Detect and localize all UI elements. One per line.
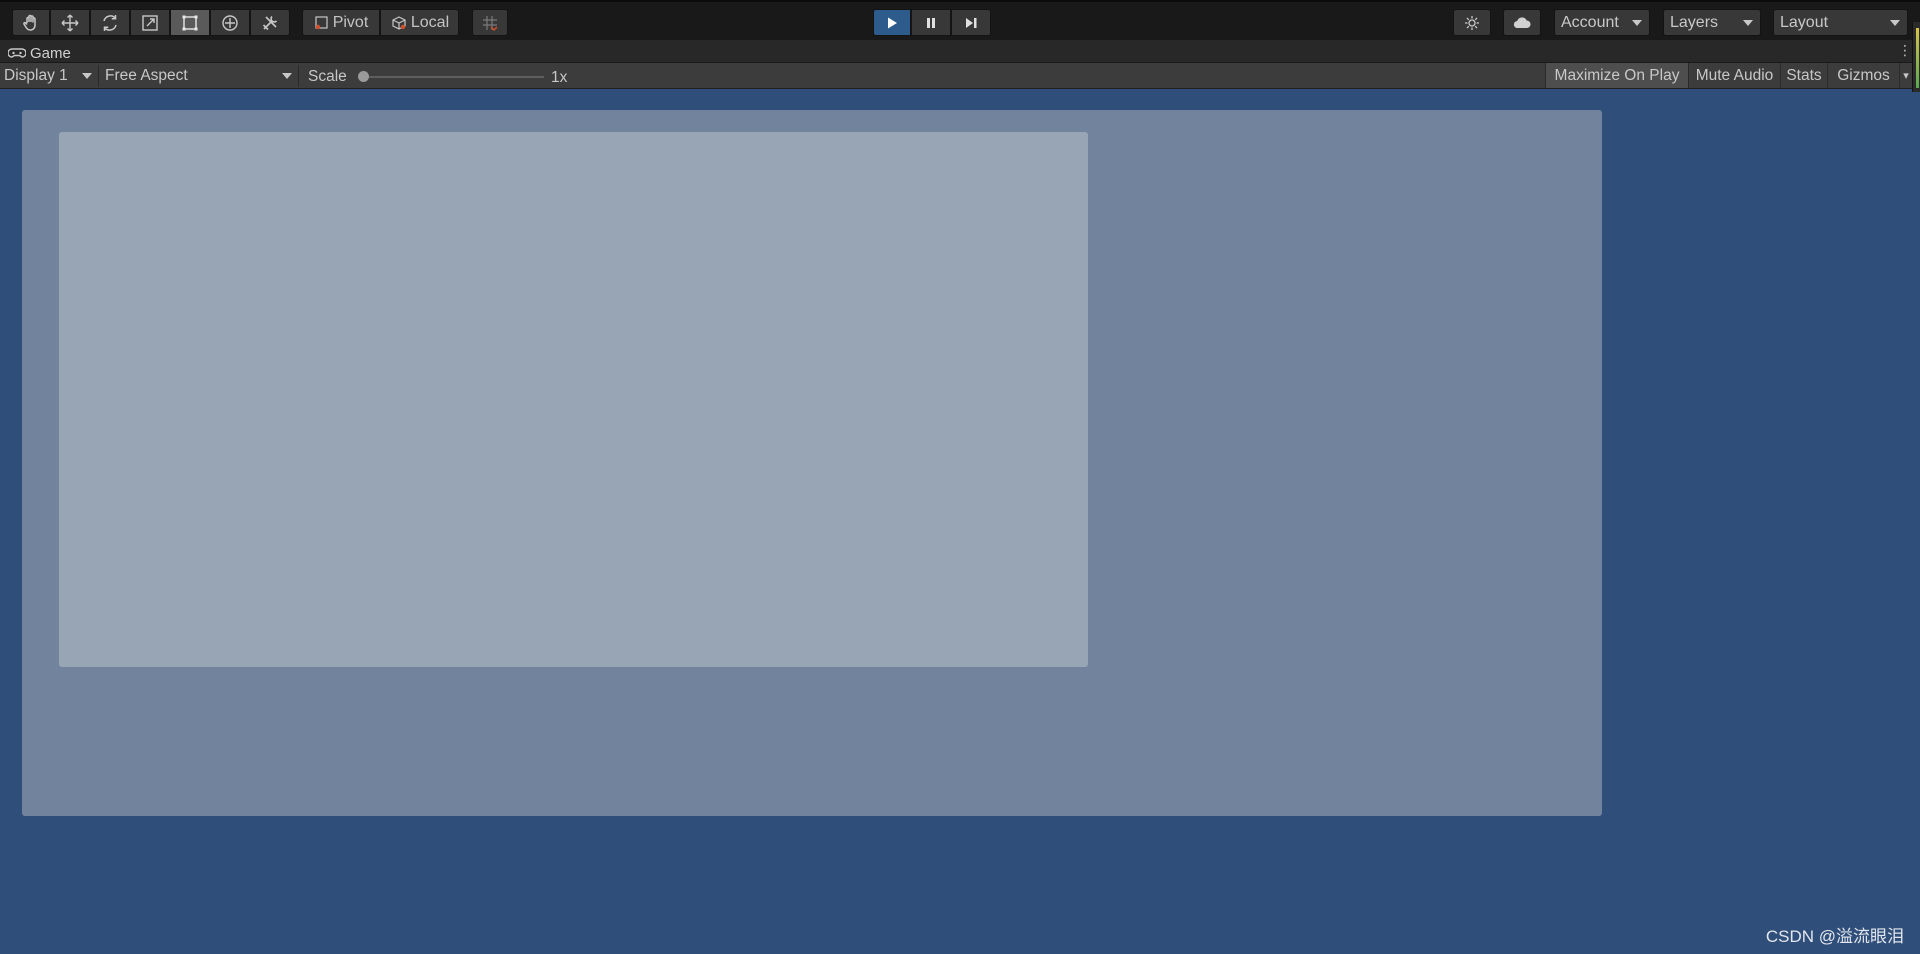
move-tool-button[interactable] — [50, 9, 90, 36]
tab-game[interactable]: Game — [8, 43, 71, 63]
display-label: Display 1 — [4, 67, 68, 84]
mute-audio-toggle[interactable]: Mute Audio — [1688, 63, 1780, 88]
chevron-down-icon — [1632, 20, 1642, 26]
local-toggle-button[interactable]: Local — [380, 9, 459, 36]
audio-level-bar — [1916, 28, 1919, 88]
hand-icon — [23, 14, 36, 31]
scale-value: 1x — [551, 69, 568, 86]
step-button[interactable] — [951, 9, 991, 36]
rotate-icon — [103, 14, 117, 31]
play-icon — [888, 17, 897, 28]
gizmos-label: Gizmos — [1837, 66, 1890, 84]
layout-label: Layout — [1780, 13, 1829, 31]
local-icon — [392, 15, 406, 30]
scale-label: Scale — [308, 68, 347, 85]
step-icon — [966, 17, 977, 28]
layers-dropdown[interactable]: Layers — [1663, 9, 1761, 36]
scale-icon — [142, 14, 158, 31]
aspect-label: Free Aspect — [105, 67, 188, 84]
hand-tool-button[interactable] — [12, 9, 50, 36]
stats-toggle[interactable]: Stats — [1780, 63, 1827, 88]
aspect-dropdown[interactable]: Free Aspect — [101, 65, 299, 87]
stats-label: Stats — [1786, 66, 1822, 84]
chevron-down-icon — [82, 73, 92, 79]
pivot-icon — [315, 15, 328, 29]
pause-button[interactable] — [911, 9, 951, 36]
grid-snap-icon — [483, 15, 498, 31]
game-tab-bar: Game ⋮ — [0, 40, 1920, 63]
transform-icon — [222, 14, 238, 31]
gizmos-dropdown[interactable]: ▾ — [1899, 63, 1912, 88]
account-label: Account — [1561, 13, 1619, 31]
audio-level-meter — [1912, 22, 1920, 92]
pivot-toggle-button[interactable]: Pivot — [302, 9, 380, 36]
rect-transform-icon — [182, 15, 198, 30]
mute-label: Mute Audio — [1695, 66, 1774, 84]
pivot-label: Pivot — [332, 13, 369, 31]
services-button[interactable] — [1453, 9, 1491, 36]
tab-game-label: Game — [30, 44, 71, 62]
maximize-on-play-toggle[interactable]: Maximize On Play — [1545, 63, 1688, 88]
cloud-icon — [1513, 16, 1531, 28]
layers-label: Layers — [1670, 13, 1719, 31]
kebab-menu-icon[interactable]: ⋮ — [1898, 43, 1912, 57]
cloud-button[interactable] — [1503, 9, 1541, 36]
main-toolbar: Pivot Local Account Layers Layout — [0, 0, 1920, 40]
gizmos-toggle[interactable]: Gizmos — [1827, 63, 1899, 88]
play-button[interactable] — [873, 9, 911, 36]
transform-tool-button[interactable] — [210, 9, 250, 36]
game-panel-inner — [59, 132, 1088, 667]
custom-tool-button[interactable] — [250, 9, 290, 36]
tools-icon — [262, 15, 278, 30]
pause-icon — [927, 17, 935, 28]
grid-snap-button[interactable] — [472, 9, 508, 36]
move-icon — [61, 14, 79, 31]
rotate-tool-button[interactable] — [90, 9, 130, 36]
watermark-text: CSDN @溢流眼泪 — [1765, 927, 1904, 946]
game-view-controls: Display 1 Free Aspect Scale 1x Maximize … — [0, 63, 1920, 89]
chevron-down-icon: ▾ — [1903, 70, 1909, 82]
chevron-down-icon — [1743, 20, 1753, 26]
local-label: Local — [410, 13, 450, 31]
maximize-label: Maximize On Play — [1554, 66, 1680, 84]
scale-slider-thumb[interactable] — [358, 71, 369, 82]
chevron-down-icon — [1890, 20, 1900, 26]
layout-dropdown[interactable]: Layout — [1773, 9, 1908, 36]
scale-slider[interactable] — [362, 76, 544, 78]
chevron-down-icon — [282, 73, 292, 79]
display-dropdown[interactable]: Display 1 — [0, 65, 99, 87]
scale-tool-button[interactable] — [130, 9, 170, 36]
account-dropdown[interactable]: Account — [1554, 9, 1650, 36]
services-icon — [1465, 15, 1479, 30]
gamepad-icon — [8, 48, 26, 58]
rect-tool-button[interactable] — [170, 9, 210, 36]
